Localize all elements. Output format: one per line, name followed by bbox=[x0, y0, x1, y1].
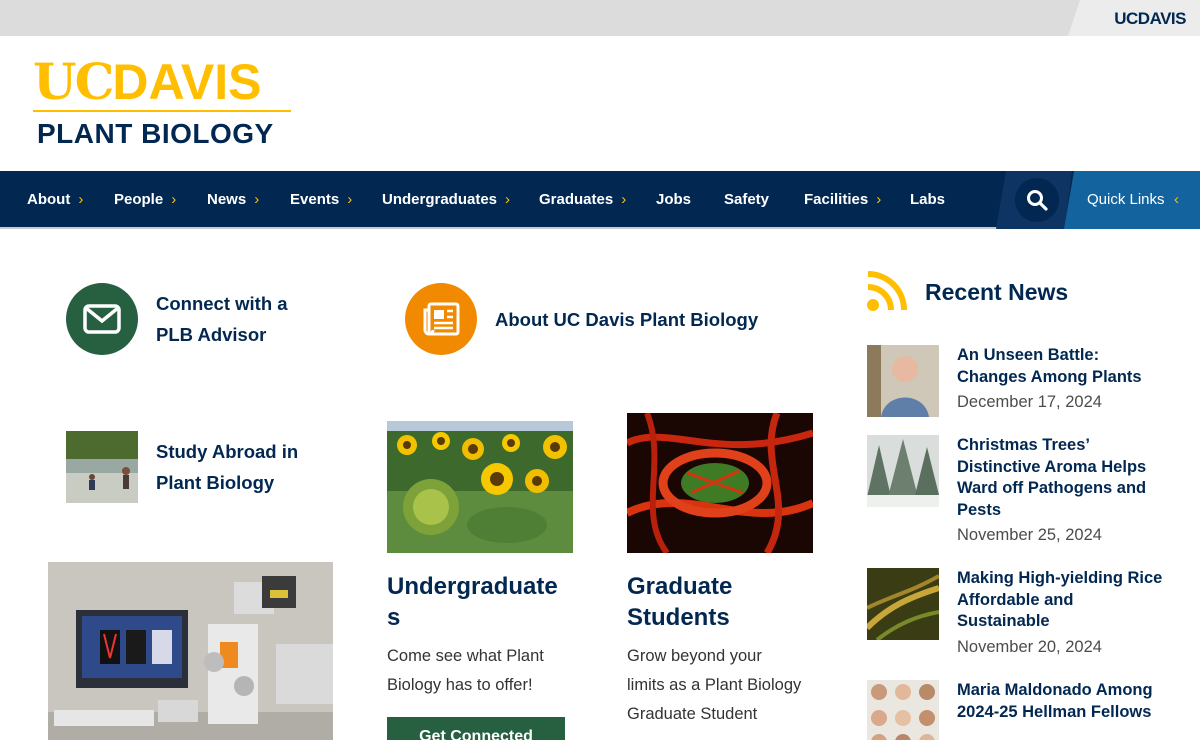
news-title-3[interactable]: Making High-yielding Rice Affordable and… bbox=[957, 568, 1167, 633]
graduate-body-line2: limits as a Plant Biology bbox=[627, 676, 802, 694]
study-abroad-line1: Study Abroad in bbox=[156, 441, 299, 462]
undergraduates-title-line2: s bbox=[387, 604, 401, 631]
undergraduates-title-line1: Undergraduate bbox=[387, 573, 558, 600]
chevron-right-icon: › bbox=[505, 191, 511, 208]
news-title-4[interactable]: Maria Maldonado Among 2024-25 Hellman Fe… bbox=[957, 680, 1167, 723]
nav-item-labs[interactable]: Labs bbox=[910, 171, 945, 229]
news-date-3: November 20, 2024 bbox=[957, 638, 1102, 656]
envelope-icon bbox=[83, 304, 121, 334]
group-faces-photo bbox=[867, 680, 939, 740]
newspaper-icon bbox=[423, 302, 460, 336]
nav-item-facilities[interactable]: Facilities › bbox=[804, 171, 881, 229]
search-icon bbox=[1027, 190, 1048, 211]
rss-icon bbox=[867, 271, 907, 311]
portrait-photo bbox=[867, 345, 939, 417]
graduate-body-line3: Graduate Student bbox=[627, 705, 758, 723]
graduate-students-card-title[interactable]: Graduate Students bbox=[627, 571, 817, 633]
nav-item-events[interactable]: Events › bbox=[290, 171, 352, 229]
nav-item-news[interactable]: News › bbox=[207, 171, 259, 229]
nav-item-people[interactable]: People › bbox=[114, 171, 176, 229]
news-thumbnail-3[interactable] bbox=[867, 568, 939, 640]
chevron-right-icon: › bbox=[171, 191, 177, 208]
sunflowers-image bbox=[387, 421, 573, 553]
advisor-icon-circle[interactable] bbox=[66, 283, 138, 355]
news-thumbnail-1[interactable] bbox=[867, 345, 939, 417]
advisor-link-line1: Connect with a bbox=[156, 293, 288, 314]
graduate-title-line1: Graduate bbox=[627, 573, 733, 600]
news-date-2: November 25, 2024 bbox=[957, 526, 1102, 544]
news-thumbnail-4[interactable] bbox=[867, 680, 939, 740]
quick-links-button[interactable]: Quick Links ‹ bbox=[1064, 171, 1200, 229]
news-date-1: December 17, 2024 bbox=[957, 393, 1102, 411]
study-abroad-link[interactable]: Study Abroad in Plant Biology bbox=[156, 436, 356, 498]
advisor-link-line2: PLB Advisor bbox=[156, 324, 267, 345]
quick-links-label: Quick Links bbox=[1087, 191, 1165, 208]
chevron-right-icon: › bbox=[347, 191, 353, 208]
graduate-body-line1: Grow beyond your bbox=[627, 647, 762, 665]
site-logo[interactable]: UCDAVIS PLANT BIOLOGY bbox=[33, 57, 295, 150]
chevron-left-icon: ‹ bbox=[1174, 191, 1179, 208]
ucdavis-brand-link[interactable]: UCDAVIS bbox=[1068, 0, 1200, 36]
nav-item-undergraduates[interactable]: Undergraduates › bbox=[382, 171, 510, 229]
undergraduates-card-body: Come see what Plant Biology has to offer… bbox=[387, 642, 587, 700]
about-icon-circle[interactable] bbox=[405, 283, 477, 355]
nav-item-graduates[interactable]: Graduates › bbox=[539, 171, 626, 229]
chevron-right-icon: › bbox=[621, 191, 627, 208]
logo-department: PLANT BIOLOGY bbox=[37, 118, 274, 149]
nav-item-about[interactable]: About › bbox=[27, 171, 83, 229]
graduate-students-card-body: Grow beyond your limits as a Plant Biolo… bbox=[627, 642, 827, 729]
undergraduates-card-title[interactable]: Undergraduate s bbox=[387, 571, 577, 633]
nav-item-safety[interactable]: Safety bbox=[724, 171, 769, 229]
recent-news-heading: Recent News bbox=[925, 279, 1069, 305]
nav-item-jobs[interactable]: Jobs bbox=[656, 171, 691, 229]
chevron-right-icon: › bbox=[78, 191, 84, 208]
ucdavis-wordmark: UCDAVIS bbox=[1114, 9, 1186, 28]
graduate-title-line2: Students bbox=[627, 604, 730, 631]
about-link[interactable]: About UC Davis Plant Biology bbox=[495, 304, 795, 335]
chevron-right-icon: › bbox=[254, 191, 260, 208]
snowy-trees-photo bbox=[867, 435, 939, 507]
utility-bar: UCDAVIS bbox=[0, 0, 1200, 36]
get-connected-button[interactable]: Get Connected bbox=[387, 717, 565, 740]
news-thumbnail-2[interactable] bbox=[867, 435, 939, 507]
news-title-1[interactable]: An Unseen Battle: Changes Among Plants bbox=[957, 345, 1167, 388]
study-abroad-thumbnail[interactable] bbox=[66, 431, 138, 503]
rice-photo bbox=[867, 568, 939, 640]
undergraduates-body-line2: Biology has to offer! bbox=[387, 676, 533, 694]
news-title-2[interactable]: Christmas Trees’ Distinctive Aroma Helps… bbox=[957, 435, 1167, 521]
logo-wordmark: UCDAVIS bbox=[33, 52, 262, 111]
search-button[interactable] bbox=[1015, 178, 1059, 222]
study-abroad-line2: Plant Biology bbox=[156, 472, 275, 493]
micrograph-image bbox=[627, 413, 813, 553]
stream-photo bbox=[66, 431, 138, 503]
lab-microscope-image bbox=[48, 562, 333, 740]
chevron-right-icon: › bbox=[876, 191, 882, 208]
undergraduates-body-line1: Come see what Plant bbox=[387, 647, 544, 665]
advisor-link[interactable]: Connect with a PLB Advisor bbox=[156, 288, 356, 350]
